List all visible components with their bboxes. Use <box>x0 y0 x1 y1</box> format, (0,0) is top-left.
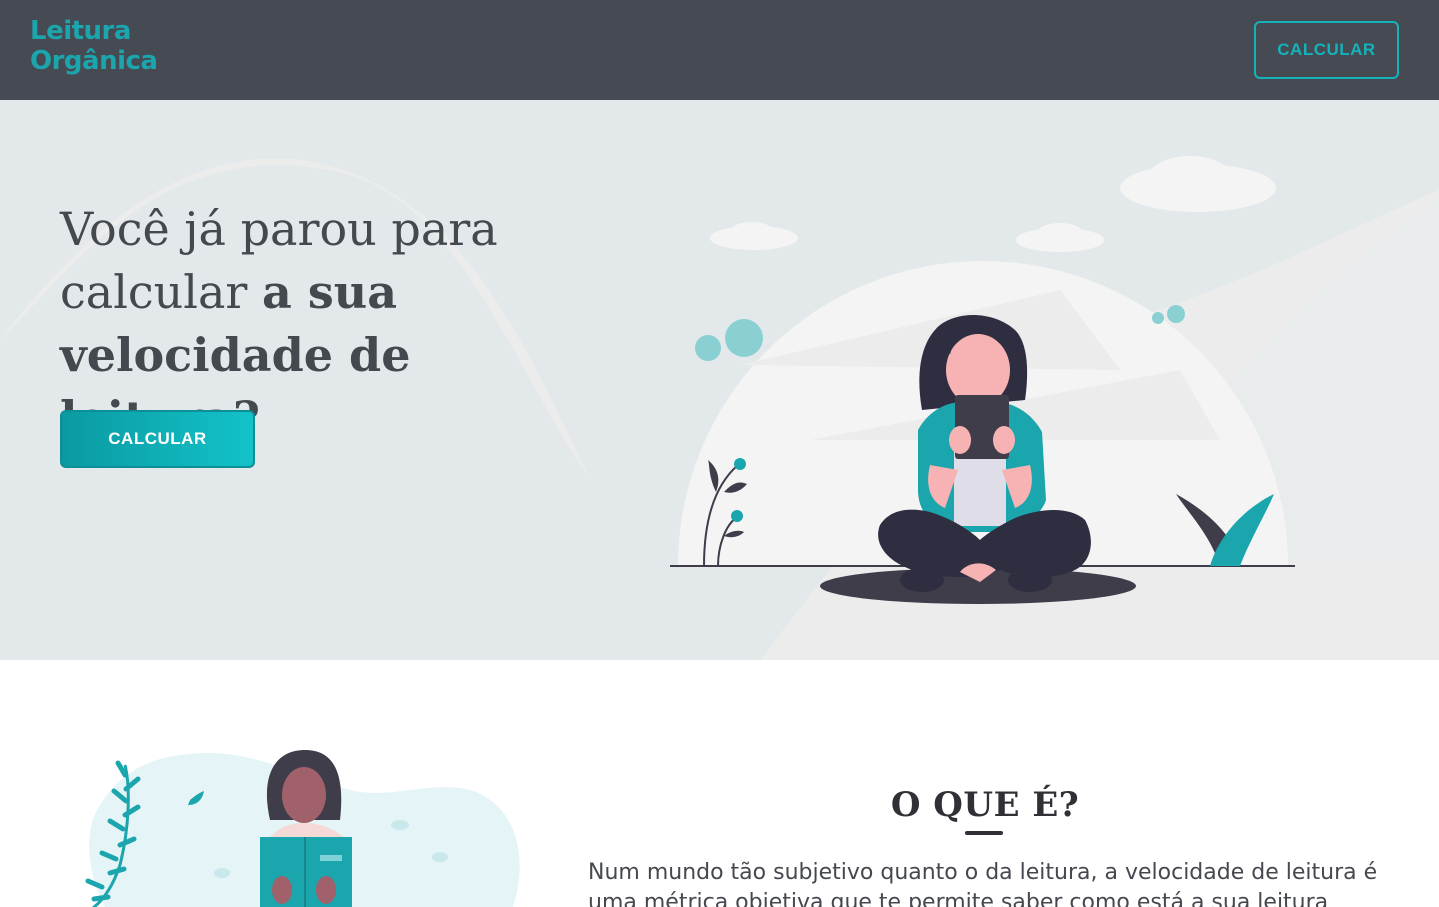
about-section: O QUE É? Num mundo tão subjetivo quanto … <box>0 660 1439 907</box>
hero-calculate-button[interactable]: CALCULAR <box>60 410 255 468</box>
about-title: O QUE É? <box>890 785 1080 825</box>
header-calculate-button[interactable]: CALCULAR <box>1254 21 1399 79</box>
woman-with-book-illustration <box>85 750 520 907</box>
logo[interactable]: Leitura Orgânica <box>30 16 158 76</box>
about-text: Num mundo tão subjetivo quanto o da leit… <box>588 860 1378 907</box>
top-navbar: Leitura Orgânica CALCULAR <box>0 0 1439 100</box>
hero-section: Você já parou para calcular a sua veloci… <box>0 100 1439 660</box>
logo-line-2: Orgânica <box>30 46 158 76</box>
logo-line-1: Leitura <box>30 16 131 46</box>
reading-woman-illustration <box>670 156 1295 604</box>
about-title-underline <box>965 831 1003 835</box>
cloud-icon <box>710 156 1276 252</box>
